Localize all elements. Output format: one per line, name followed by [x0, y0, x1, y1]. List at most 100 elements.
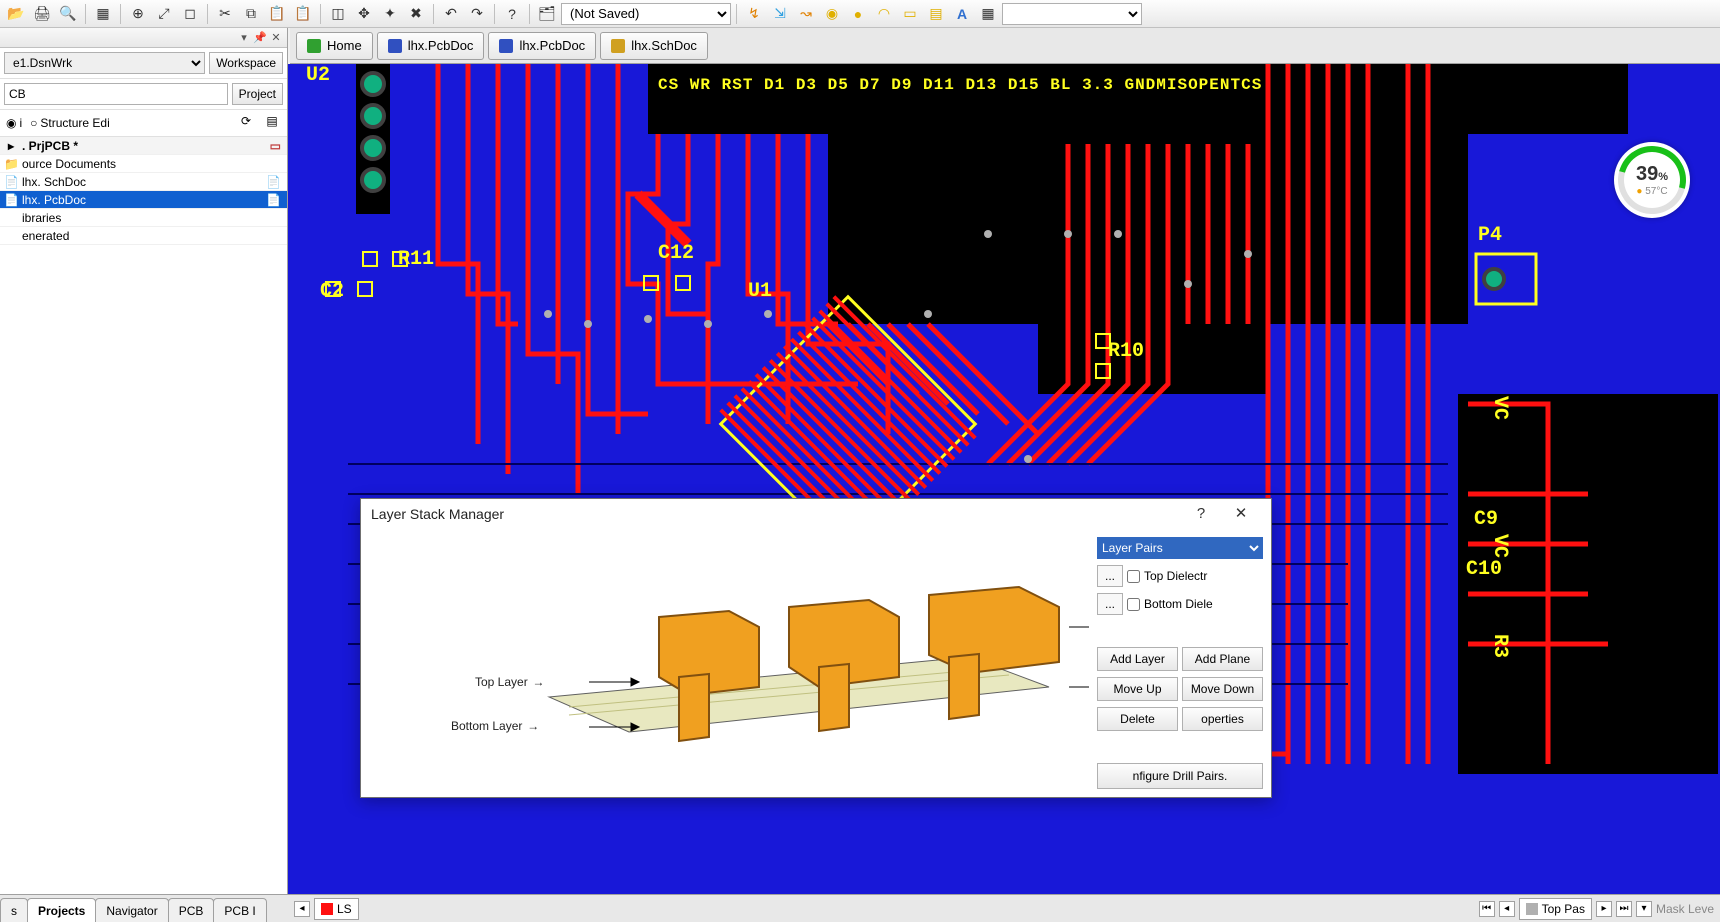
snap-icon[interactable]: ✦	[378, 3, 402, 25]
layer-next-icon[interactable]: ▸	[1596, 901, 1612, 917]
layer-prev2-icon[interactable]: ◂	[1499, 901, 1515, 917]
tree-item[interactable]: 📄lhx. SchDoc📄	[0, 173, 287, 191]
layer-menu-icon[interactable]: ▾	[1636, 901, 1652, 917]
silk-c2: C2	[320, 280, 344, 303]
delete-button[interactable]: Delete	[1097, 707, 1178, 731]
silk-u1: U1	[748, 280, 772, 303]
dialog-help-icon[interactable]: ?	[1181, 500, 1221, 528]
help-icon[interactable]: ?	[500, 3, 524, 25]
document-tab[interactable]: lhx.SchDoc	[600, 32, 708, 60]
saved-view-combo[interactable]: (Not Saved)	[561, 3, 731, 25]
move-up-button[interactable]: Move Up	[1097, 677, 1178, 701]
panel-tab[interactable]: PCB	[168, 898, 215, 922]
silk-vc2: VC	[1488, 534, 1511, 558]
workspace-button[interactable]: Workspace	[209, 52, 283, 74]
add-layer-button[interactable]: Add Layer	[1097, 647, 1178, 671]
tree-project-header[interactable]: ▸. PrjPCB * ▭	[0, 137, 287, 155]
cpu-gauge: 39% 57°C	[1614, 142, 1690, 218]
top-dielectric-browse-button[interactable]: ...	[1097, 565, 1123, 587]
tree-item[interactable]: 📄lhx. PcbDoc📄	[0, 191, 287, 209]
clear-icon[interactable]: ✖	[404, 3, 428, 25]
route2-icon[interactable]: ⇲	[768, 3, 792, 25]
panel-tab[interactable]: s	[0, 898, 28, 922]
document-tab[interactable]: Home	[296, 32, 373, 60]
zoom-sel-icon[interactable]: ◻	[178, 3, 202, 25]
copy-icon[interactable]: ⧉	[239, 3, 263, 25]
stackup-diagram: Top Layer → Bottom Layer →	[369, 537, 1089, 789]
project-field[interactable]	[4, 83, 228, 105]
zoom-in-icon[interactable]: ⊕	[126, 3, 150, 25]
paste-icon[interactable]: 📋	[265, 3, 289, 25]
dialog-title: Layer Stack Manager	[371, 506, 504, 522]
silk-c12: C12	[658, 242, 694, 265]
layer-ls-tab[interactable]: LS	[314, 898, 359, 920]
silk-vc: VC	[1488, 396, 1511, 420]
layer-first-icon[interactable]: ⏮	[1479, 901, 1495, 917]
document-tab[interactable]: lhx.PcbDoc	[377, 32, 485, 60]
panel-close-icon[interactable]: ✕	[269, 31, 283, 45]
panel-menu-icon[interactable]: ▾	[237, 31, 251, 45]
cut-icon[interactable]: ✂	[213, 3, 237, 25]
silk-r11: R11	[398, 248, 434, 271]
layer-status-bar: ◂ LS ⏮ ◂ Top Pas ▸ ⏭ ▾ Mask Leve	[288, 894, 1720, 922]
arc-icon[interactable]: ◠	[872, 3, 896, 25]
properties-button[interactable]: operties	[1182, 707, 1263, 731]
silk-r10: R10	[1108, 340, 1144, 363]
panel-refresh-icon[interactable]: ⟳	[237, 114, 255, 132]
add-plane-button[interactable]: Add Plane	[1182, 647, 1263, 671]
file-view-radio[interactable]: ◉ i	[6, 116, 22, 130]
poly-icon[interactable]: ▤	[924, 3, 948, 25]
panel-tab[interactable]: Projects	[27, 898, 96, 922]
zoom-fit-icon[interactable]: ⤢	[152, 3, 176, 25]
bottom-dielectric-browse-button[interactable]: ...	[1097, 593, 1123, 615]
panel-pin-icon[interactable]: 📌	[253, 31, 267, 45]
paste-special-icon[interactable]: 📋	[291, 3, 315, 25]
tree-item[interactable]: 📁ource Documents	[0, 155, 287, 173]
layers-icon[interactable]: ▦	[91, 3, 115, 25]
layer-last-icon[interactable]: ⏭	[1616, 901, 1632, 917]
projects-panel: ▾ 📌 ✕ e1.DsnWrk Workspace Project ◉ i ○ …	[0, 28, 288, 894]
array-icon[interactable]: ▦	[976, 3, 1000, 25]
grid-combo[interactable]	[1002, 3, 1142, 25]
open-icon[interactable]: 📂	[4, 3, 28, 25]
print-icon[interactable]: 🖨	[30, 3, 54, 25]
move-icon[interactable]: ✥	[352, 3, 376, 25]
layer-top-paste-tab[interactable]: Top Pas	[1519, 898, 1592, 920]
bottom-layer-label: Bottom Layer →	[451, 719, 537, 734]
left-panel-tabs: sProjectsNavigatorPCBPCB I	[0, 894, 288, 922]
select-icon[interactable]: ◫	[326, 3, 350, 25]
silk-header: CS WR RST D1 D3 D5 D7 D9 D11 D13 D15 BL …	[658, 76, 1262, 94]
undo-icon[interactable]: ↶	[439, 3, 463, 25]
dialog-close-icon[interactable]: ✕	[1221, 500, 1261, 528]
via-icon[interactable]: ◉	[820, 3, 844, 25]
route-icon[interactable]: ↯	[742, 3, 766, 25]
panel-header: ▾ 📌 ✕	[0, 28, 287, 48]
top-layer-label: Top Layer →	[475, 675, 542, 690]
text-icon[interactable]: A	[950, 3, 974, 25]
layer-pairs-combo[interactable]: Layer Pairs	[1097, 537, 1263, 559]
document-tab[interactable]: lhx.PcbDoc	[488, 32, 596, 60]
browse-icon[interactable]: 🗂	[535, 3, 559, 25]
project-tree: ▸. PrjPCB * ▭ 📁ource Documents📄lhx. SchD…	[0, 137, 287, 894]
move-down-button[interactable]: Move Down	[1182, 677, 1263, 701]
redo-icon[interactable]: ↷	[465, 3, 489, 25]
project-button[interactable]: Project	[232, 83, 283, 105]
panel-options-icon[interactable]: ▤	[263, 114, 281, 132]
silk-c9: C9	[1474, 508, 1498, 531]
structure-view-radio[interactable]: ○ Structure Edi	[30, 116, 110, 130]
fill-icon[interactable]: ▭	[898, 3, 922, 25]
tree-item[interactable]: ibraries	[0, 209, 287, 227]
bottom-dielectric-check[interactable]: Bottom Diele	[1127, 597, 1213, 611]
layer-prev-icon[interactable]: ◂	[294, 901, 310, 917]
panel-tab[interactable]: PCB I	[213, 898, 266, 922]
dialog-titlebar[interactable]: Layer Stack Manager ? ✕	[361, 499, 1271, 529]
top-dielectric-check[interactable]: Top Dielectr	[1127, 569, 1207, 583]
configure-drill-pairs-button[interactable]: nfigure Drill Pairs.	[1097, 763, 1263, 789]
tree-item[interactable]: enerated	[0, 227, 287, 245]
document-tabs: Homelhx.PcbDoclhx.PcbDoclhx.SchDoc	[290, 28, 1720, 64]
workspace-combo[interactable]: e1.DsnWrk	[4, 52, 205, 74]
panel-tab[interactable]: Navigator	[95, 898, 168, 922]
route3-icon[interactable]: ↝	[794, 3, 818, 25]
pad-icon[interactable]: ●	[846, 3, 870, 25]
preview-icon[interactable]: 🔍	[56, 3, 80, 25]
